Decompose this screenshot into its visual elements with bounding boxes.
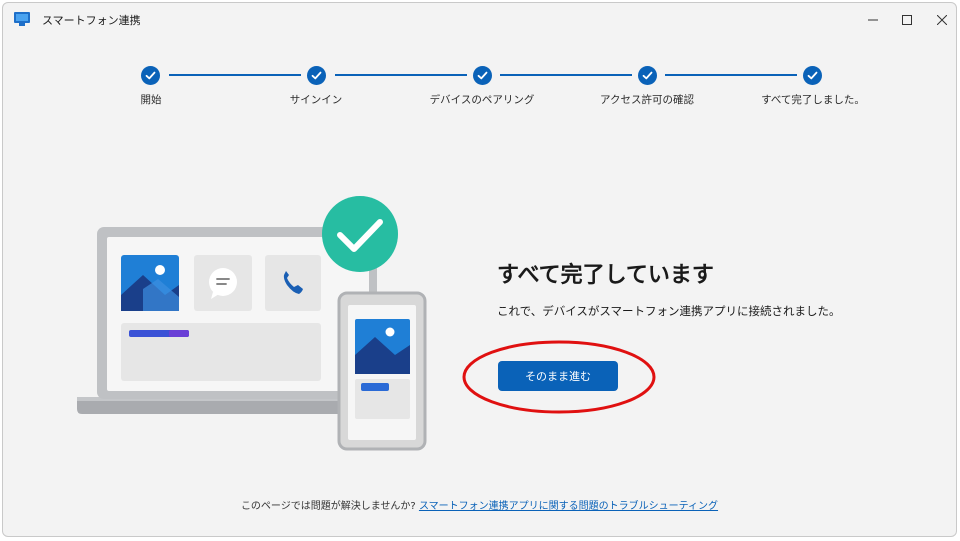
- step-label-permissions: アクセス許可の確認: [600, 94, 694, 106]
- step-4-check-icon: [638, 66, 657, 85]
- maximize-icon: [902, 10, 912, 29]
- page-title: すべて完了しています: [497, 263, 714, 288]
- stepper-connector: [335, 74, 467, 76]
- continue-button[interactable]: そのまま進む: [498, 361, 618, 391]
- page-description: これで、デバイスがスマートフォン連携アプリに接続されました。: [497, 304, 841, 318]
- step-label-signin: サインイン: [289, 94, 343, 106]
- step-2-check-icon: [307, 66, 326, 85]
- step-label-start: 開始: [140, 94, 162, 106]
- window-title: スマートフォン連携: [42, 14, 141, 27]
- step-3-check-icon: [473, 66, 492, 85]
- minimize-button[interactable]: [858, 7, 888, 31]
- stepper-connector: [665, 74, 797, 76]
- step-1-check-icon: [141, 66, 160, 85]
- maximize-button[interactable]: [892, 7, 922, 31]
- title-bar: スマートフォン連携: [3, 3, 956, 35]
- stepper-connector: [500, 74, 632, 76]
- troubleshooting-link[interactable]: スマートフォン連携アプリに関する問題のトラブルシューティング: [419, 501, 718, 512]
- phone-link-icon: [13, 11, 31, 27]
- step-label-done: すべて完了しました。: [761, 94, 865, 106]
- footer-text: このページでは問題が解決しませんか?: [240, 501, 416, 512]
- close-icon: [936, 10, 948, 29]
- devices-illustration: [73, 193, 433, 455]
- step-label-pairing: デバイスのペアリング: [429, 94, 535, 106]
- close-button[interactable]: [927, 7, 956, 31]
- app-window: スマートフォン連携 開始 サインイン デバイスのペアリング アクセス許可の確認 …: [2, 2, 957, 537]
- minimize-icon: [868, 10, 878, 29]
- step-5-check-icon: [803, 66, 822, 85]
- stepper-connector: [169, 74, 301, 76]
- footer-help: このページでは問題が解決しませんか? スマートフォン連携アプリに関する問題のトラ…: [3, 497, 956, 512]
